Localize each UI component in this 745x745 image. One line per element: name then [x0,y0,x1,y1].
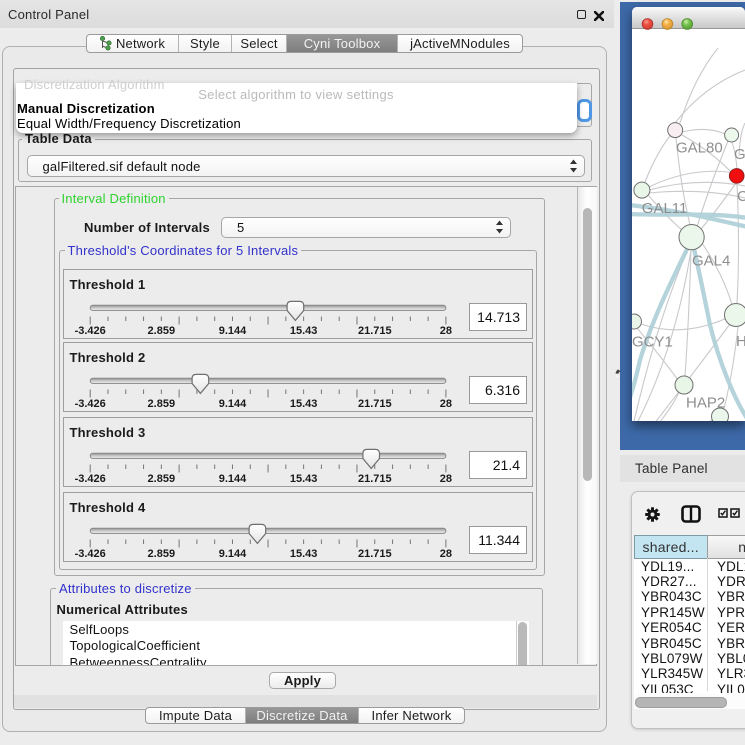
svg-text:GCY1: GCY1 [632,334,673,351]
svg-text:GA: GA [734,146,745,163]
svg-text:GAL4: GAL4 [692,253,730,270]
svg-text:HI: HI [736,333,745,350]
svg-text:GAL11: GAL11 [642,200,688,217]
svg-text:HAP2: HAP2 [686,395,725,412]
svg-text:C: C [737,188,745,205]
svg-text:GAL80: GAL80 [676,140,723,157]
